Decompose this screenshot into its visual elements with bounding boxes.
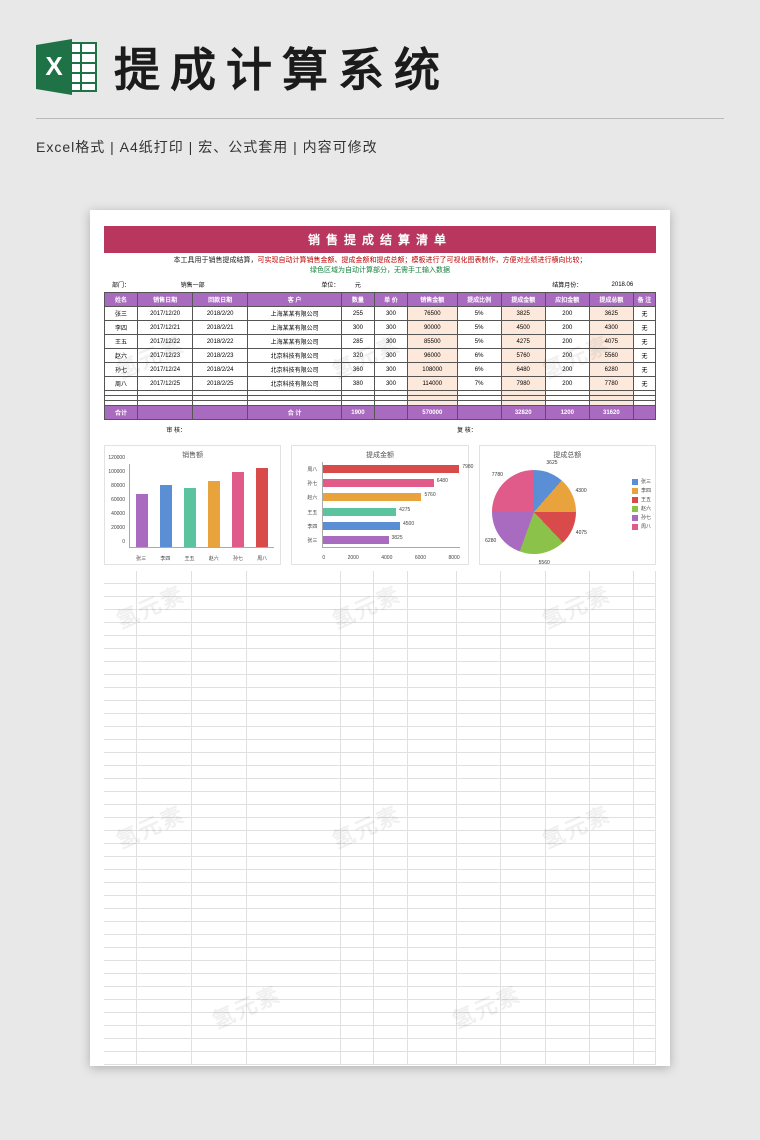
table-title-row: 销售提成结算清单 bbox=[105, 227, 656, 253]
sum-qty: 1900 bbox=[341, 406, 374, 420]
bar bbox=[232, 472, 244, 547]
table-row: 张三2017/12/202018/2/20上海某某有限公司25530076500… bbox=[105, 307, 656, 321]
sum-mid: 合 计 bbox=[248, 406, 342, 420]
hbar: 6480 bbox=[323, 479, 459, 487]
hbar: 4275 bbox=[323, 508, 459, 516]
charts-row: 销售额 020000400006000080000100000120000 张三… bbox=[104, 445, 656, 565]
chart-sales-bar: 销售额 020000400006000080000100000120000 张三… bbox=[104, 445, 281, 565]
table-header-cell: 提成比例 bbox=[457, 293, 501, 307]
table-row: 赵六2017/12/232018/2/23北京科技有限公司32030096000… bbox=[105, 349, 656, 363]
table-row: 王五2017/12/222018/2/22上海某某有限公司28530085500… bbox=[105, 335, 656, 349]
document-card: 销售提成结算清单 本工具用于销售提成结算，可实现自动计算销售金额、提成金额和提成… bbox=[90, 210, 670, 1066]
chart-title: 提成总额 bbox=[480, 446, 655, 462]
desc-green: 绿色区域为自动计算部分，无需手工输入数据 bbox=[310, 267, 450, 274]
sum-ded: 1200 bbox=[545, 406, 589, 420]
table-sum-row: 合计 合 计 1900 570000 32820 1200 31620 bbox=[105, 406, 656, 420]
chart-total-pie: 提成总额 362543004075556062807780 张三李四王五赵六孙七… bbox=[479, 445, 656, 565]
table-header-cell: 回款日期 bbox=[193, 293, 248, 307]
table-desc-row: 本工具用于销售提成结算，可实现自动计算销售金额、提成金额和提成总额；模板进行了可… bbox=[105, 253, 656, 278]
header-separator bbox=[36, 118, 724, 119]
table-header-cell: 销售金额 bbox=[408, 293, 458, 307]
bar bbox=[256, 468, 268, 547]
excel-icon: X bbox=[34, 37, 100, 97]
table-row: 李四2017/12/212018/2/21上海某某有限公司30030090000… bbox=[105, 321, 656, 335]
table-row: 周八2017/12/252018/2/25北京科技有限公司38030011400… bbox=[105, 377, 656, 391]
bar bbox=[136, 494, 148, 547]
table-header-cell: 备 注 bbox=[633, 293, 655, 307]
table-row: 孙七2017/12/242018/2/24北京科技有限公司36030010800… bbox=[105, 363, 656, 377]
page-title: 提成计算系统 bbox=[114, 34, 450, 100]
table-header-cell: 提成总额 bbox=[589, 293, 633, 307]
hbar: 5760 bbox=[323, 493, 459, 501]
hbar: 3825 bbox=[323, 536, 459, 544]
table-header-row: 姓名销售日期回款日期客 户数量单 价销售金额提成比例提成金额应扣金额提成总额备 … bbox=[105, 293, 656, 307]
unit-label: 单位： bbox=[248, 277, 342, 293]
bar bbox=[160, 485, 172, 547]
month-label: 结算月份： bbox=[545, 277, 589, 293]
svg-text:X: X bbox=[45, 51, 63, 81]
context-row: 部门： 销售一部 单位： 元 结算月份： 2018.06 bbox=[105, 277, 656, 293]
chart-title: 销售额 bbox=[105, 446, 280, 462]
unit-value: 元 bbox=[341, 277, 374, 293]
table-header-cell: 数量 bbox=[341, 293, 374, 307]
empty-grid bbox=[104, 571, 656, 1065]
table-header-cell: 提成金额 bbox=[501, 293, 545, 307]
main-table: 销售提成结算清单 本工具用于销售提成结算，可实现自动计算销售金额、提成金额和提成… bbox=[104, 226, 656, 437]
desc-left: 本工具用于销售提成结算， bbox=[174, 257, 258, 264]
recheck-label: 复 核： bbox=[457, 420, 655, 438]
table-header-cell: 应扣金额 bbox=[545, 293, 589, 307]
table-header-cell: 单 价 bbox=[374, 293, 407, 307]
sum-comm: 32820 bbox=[501, 406, 545, 420]
desc-mid: 可实现自动计算销售金额、提成金额和提成总额；模板进行了可视化图表制作，方便对业绩… bbox=[258, 257, 587, 264]
chart-commission-hbar: 提成金额 周八孙七赵六王五李四张三 7980648057604275450038… bbox=[291, 445, 468, 565]
dept-label: 部门： bbox=[105, 277, 138, 293]
bar bbox=[184, 488, 196, 547]
sign-row: 审 核： 复 核： bbox=[105, 420, 656, 438]
page-root: X 提成计算系统 Excel格式 | A4纸打印 | 宏、公式套用 | 内容可修… bbox=[0, 0, 760, 1140]
sum-amt: 570000 bbox=[408, 406, 458, 420]
page-header: X 提成计算系统 bbox=[0, 0, 760, 118]
pie-legend: 张三李四王五赵六孙七周八 bbox=[632, 476, 651, 532]
bar bbox=[208, 481, 220, 547]
sum-tot: 31620 bbox=[589, 406, 633, 420]
doc-title: 销售提成结算清单 bbox=[105, 227, 656, 253]
sum-label: 合计 bbox=[105, 406, 138, 420]
pie-wrap: 362543004075556062807780 bbox=[492, 470, 576, 554]
table-header-cell: 姓名 bbox=[105, 293, 138, 307]
table-header-cell: 销售日期 bbox=[138, 293, 193, 307]
chart-title: 提成金额 bbox=[292, 446, 467, 462]
hbar: 7980 bbox=[323, 465, 459, 473]
hbar: 4500 bbox=[323, 522, 459, 530]
audit-label: 审 核： bbox=[105, 420, 248, 438]
dept-value: 销售一部 bbox=[138, 277, 248, 293]
table-header-cell: 客 户 bbox=[248, 293, 342, 307]
month-value: 2018.06 bbox=[589, 277, 655, 293]
subhead: Excel格式 | A4纸打印 | 宏、公式套用 | 内容可修改 bbox=[0, 127, 760, 175]
